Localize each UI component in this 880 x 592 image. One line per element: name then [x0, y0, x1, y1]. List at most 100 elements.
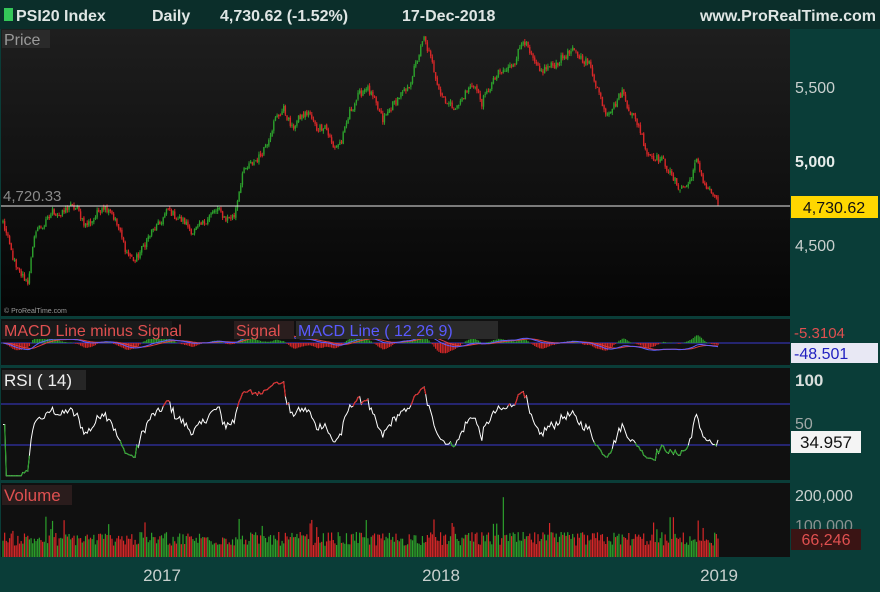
rsi-panel[interactable]: [1, 368, 790, 480]
price-candle-body: [57, 215, 58, 216]
price-candle-body: [620, 93, 621, 98]
volume-bar: [324, 546, 325, 557]
macd-hist-bar: [478, 341, 479, 343]
volume-bar: [528, 536, 529, 557]
price-candle-body: [664, 159, 665, 167]
volume-bar: [32, 543, 33, 557]
macd-hist-bar: [344, 342, 345, 343]
volume-bar: [603, 541, 604, 557]
volume-bar: [349, 544, 350, 557]
price-candle-body: [349, 109, 350, 119]
volume-bar: [661, 532, 662, 557]
volume-bar: [192, 539, 193, 557]
volume-bar: [678, 539, 679, 557]
volume-bar: [306, 534, 307, 557]
macd-hist-bar: [653, 343, 654, 347]
price-candle-body: [361, 90, 362, 96]
price-candle-body: [382, 113, 383, 122]
rsi-extreme-segment: [280, 383, 282, 384]
price-candle-body: [390, 110, 391, 111]
price-candle-body: [93, 220, 94, 222]
volume-bar: [268, 537, 269, 557]
price-candle-body: [706, 184, 707, 189]
volume-bar: [594, 533, 595, 557]
chart-svg: PSI20 Index Daily 4,730.62 (-1.52%) 17-D…: [0, 0, 880, 587]
volume-bar: [650, 540, 651, 557]
volume-bar: [419, 544, 420, 557]
volume-bar: [585, 545, 586, 557]
price-candle-body: [542, 71, 543, 73]
volume-bar: [212, 545, 213, 557]
volume-bar: [262, 526, 263, 557]
volume-bar: [234, 545, 235, 557]
volume-bar: [153, 537, 154, 557]
price-candle-body: [503, 70, 504, 72]
volume-bar: [518, 532, 519, 557]
volume-bar: [514, 534, 515, 557]
price-candle-body: [498, 70, 499, 77]
macd-badge-line: -48.501: [794, 346, 848, 363]
volume-bar: [676, 538, 677, 557]
volume-bar: [85, 536, 86, 557]
macd-hist-bar: [174, 341, 175, 343]
price-candle-body: [541, 70, 542, 71]
macd-hist-bar: [78, 343, 79, 345]
macd-hist-bar: [608, 343, 609, 349]
volume-bar: [47, 543, 48, 557]
price-candle-body: [570, 51, 571, 54]
price-candle-body: [582, 56, 583, 63]
price-candle-body: [341, 141, 342, 143]
macd-hist-bar: [541, 343, 542, 349]
price-candle-body: [16, 259, 17, 267]
volume-bar: [115, 542, 116, 557]
volume-bar: [438, 541, 439, 557]
volume-bar: [529, 534, 530, 557]
price-candle-body: [220, 208, 221, 211]
volume-bar: [101, 535, 102, 557]
macd-hist-bar: [636, 343, 637, 344]
macd-hist-bar: [189, 343, 190, 346]
volume-bar: [620, 544, 621, 557]
price-candle-body: [407, 87, 408, 91]
price-candle-body: [443, 96, 444, 98]
price-candle-body: [138, 254, 139, 258]
volume-bar: [34, 539, 35, 557]
volume-bar: [636, 537, 637, 557]
price-candle-body: [714, 195, 715, 196]
volume-bar: [106, 535, 107, 557]
price-candle-body: [90, 221, 91, 223]
price-candle-body: [438, 84, 439, 89]
price-candle-body: [34, 237, 35, 248]
volume-bar: [62, 539, 63, 557]
price-candle-body: [247, 168, 248, 169]
price-candle-body: [270, 136, 271, 140]
volume-bar: [632, 539, 633, 557]
macd-hist-bar: [62, 341, 63, 343]
price-candle-body: [166, 209, 167, 214]
volume-bar: [273, 535, 274, 557]
volume-bar: [422, 536, 423, 557]
price-candle-body: [600, 93, 601, 97]
volume-bar: [144, 522, 145, 557]
price-candle-body: [580, 56, 581, 59]
price-candle-body: [590, 62, 591, 68]
volume-bar: [123, 541, 124, 557]
price-candle-body: [607, 114, 608, 115]
price-candle-body: [189, 227, 190, 229]
volume-bar: [174, 541, 175, 557]
price-candle-body: [658, 155, 659, 163]
price-candle-body: [323, 129, 324, 131]
price-candle-body: [676, 178, 677, 185]
price-candle-body: [399, 98, 400, 99]
price-candle-body: [364, 90, 365, 92]
volume-bar: [376, 545, 377, 557]
volume-bar: [351, 534, 352, 557]
price-candle-body: [252, 162, 253, 164]
volume-bar: [290, 537, 291, 557]
volume-bar: [557, 542, 558, 557]
macd-hist-bar: [59, 340, 60, 343]
price-candle-body: [579, 56, 580, 59]
volume-bar: [605, 544, 606, 557]
price-candle-body: [526, 42, 527, 45]
volume-bar: [544, 534, 545, 557]
